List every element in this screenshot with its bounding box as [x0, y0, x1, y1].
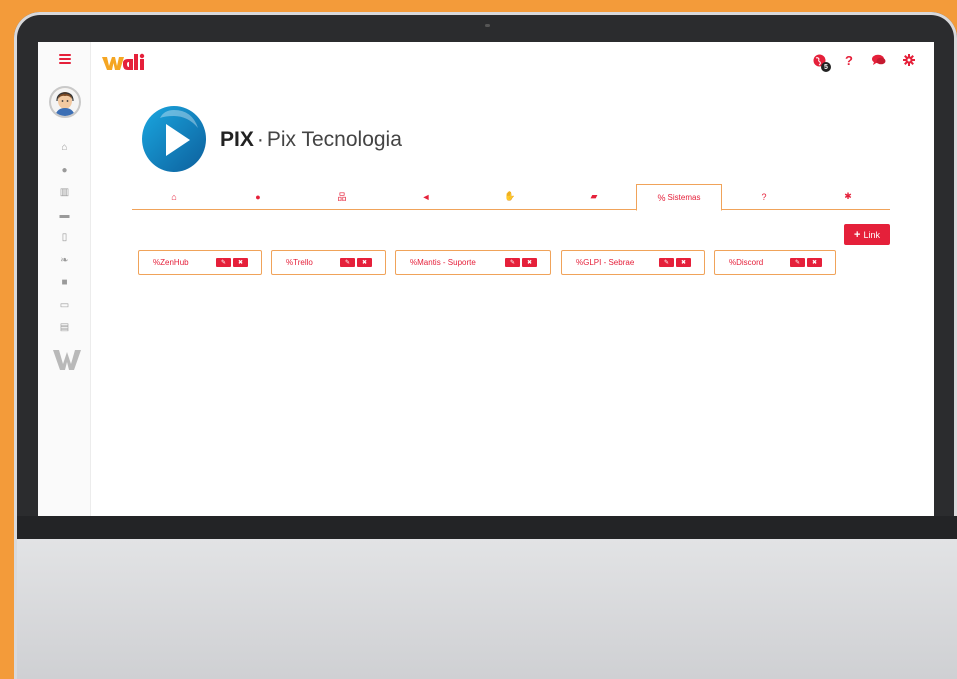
home-icon: ⌂	[171, 191, 177, 202]
monitor-bezel	[17, 516, 957, 539]
delete-button[interactable]: ✖	[522, 258, 537, 267]
delete-button[interactable]: ✖	[233, 258, 248, 267]
notification-badge: 5	[821, 62, 831, 72]
edit-button[interactable]: ✎	[505, 258, 520, 267]
leaf-icon[interactable]: ❧	[38, 250, 91, 273]
user-icon[interactable]: ●	[38, 160, 91, 183]
tab-sistemas[interactable]: % Sistemas	[636, 184, 722, 211]
tab-home[interactable]: ⌂	[132, 184, 216, 209]
tab-sitemap[interactable]: 品	[300, 184, 384, 209]
tab-book[interactable]: ▰	[552, 184, 636, 209]
delete-button[interactable]: ✖	[357, 258, 372, 267]
delete-button[interactable]: ✖	[676, 258, 691, 267]
page-title: PIX · Pix Tecnologia	[220, 128, 402, 152]
system-link-card: %ZenHub ✎ ✖	[138, 250, 262, 275]
system-link[interactable]: %Discord	[729, 258, 763, 267]
system-link-card: %Trello ✎ ✖	[271, 250, 386, 275]
system-link[interactable]: %GLPI - Sebrae	[576, 258, 634, 267]
settings-gear-icon[interactable]	[902, 53, 916, 67]
globe-icon[interactable]: 5	[812, 53, 831, 72]
add-link-label: Link	[863, 229, 880, 240]
system-actions: ✎ ✖	[659, 258, 691, 267]
monitor-chin	[14, 539, 957, 679]
tab-bar: ⌂ ● 品 ◄ ✋ ▰% Sistemas? ✱	[132, 184, 890, 211]
tab-user[interactable]: ●	[216, 184, 300, 209]
sitemap-icon: 品	[337, 192, 347, 202]
system-link[interactable]: %Mantis - Suporte	[410, 258, 476, 267]
title-separator: ·	[256, 128, 264, 151]
system-name: Trello	[293, 258, 313, 267]
user-icon: ●	[255, 191, 261, 202]
video-icon[interactable]: ■	[38, 272, 91, 295]
tablet-icon[interactable]: ▯	[38, 227, 91, 250]
edit-button[interactable]: ✎	[790, 258, 805, 267]
system-actions: ✎ ✖	[790, 258, 822, 267]
system-name: Mantis - Suporte	[417, 258, 476, 267]
bullhorn-icon: ◄	[421, 191, 431, 202]
system-name: GLPI - Sebrae	[583, 258, 635, 267]
tab-question[interactable]: ?	[722, 184, 806, 209]
add-link-button[interactable]: + Link	[844, 224, 890, 245]
avatar[interactable]	[49, 86, 81, 118]
chat-icon[interactable]	[872, 53, 886, 67]
system-name: Discord	[736, 258, 764, 267]
book-icon: ▰	[590, 191, 598, 201]
system-link-card: %Discord ✎ ✖	[714, 250, 836, 275]
link-icon: %	[657, 192, 666, 203]
system-name: ZenHub	[160, 258, 189, 267]
company-name: Pix Tecnologia	[266, 128, 402, 151]
app-screen: ⌂ ● ▥ ▬ ▯ ❧ ■ ▭ ▤ 5 ? PIX · Pix Tecnolog…	[38, 42, 934, 516]
tab-bullhorn[interactable]: ◄	[384, 184, 468, 209]
system-actions: ✎ ✖	[340, 258, 372, 267]
wali-w-logo	[53, 350, 81, 370]
wali-logo[interactable]	[102, 52, 154, 72]
system-link[interactable]: %Trello	[286, 258, 313, 267]
tab-gear[interactable]: ✱	[806, 184, 890, 209]
home-icon[interactable]: ⌂	[38, 137, 91, 160]
edit-button[interactable]: ✎	[659, 258, 674, 267]
system-link-card: %GLPI - Sebrae ✎ ✖	[561, 250, 705, 275]
plus-icon: +	[854, 228, 861, 241]
delete-button[interactable]: ✖	[807, 258, 822, 267]
handshake-icon: ✋	[504, 191, 516, 201]
system-actions: ✎ ✖	[505, 258, 537, 267]
system-link-card: %Mantis - Suporte ✎ ✖	[395, 250, 551, 275]
top-actions: 5 ?	[812, 53, 916, 72]
tab-handshake[interactable]: ✋	[468, 184, 552, 209]
tab-label: Sistemas	[667, 193, 701, 202]
sidebar-nav: ⌂ ● ▥ ▬ ▯ ❧ ■ ▭ ▤	[38, 137, 91, 340]
edit-button[interactable]: ✎	[340, 258, 355, 267]
bank-icon[interactable]: ▥	[38, 182, 91, 205]
calendar-icon[interactable]: ▭	[38, 295, 91, 318]
gear-icon: ✱	[844, 191, 852, 201]
file-icon[interactable]: ▤	[38, 317, 91, 340]
menu-icon[interactable]	[59, 54, 71, 64]
help-icon[interactable]: ?	[842, 53, 856, 68]
edit-button[interactable]: ✎	[216, 258, 231, 267]
question-icon: ?	[761, 191, 767, 202]
company-logo	[142, 105, 207, 172]
sidebar: ⌂ ● ▥ ▬ ▯ ❧ ■ ▭ ▤	[38, 42, 91, 516]
system-link[interactable]: %ZenHub	[153, 258, 189, 267]
truck-icon[interactable]: ▬	[38, 205, 91, 228]
camera	[485, 24, 490, 27]
system-actions: ✎ ✖	[216, 258, 248, 267]
company-code: PIX	[220, 128, 254, 151]
